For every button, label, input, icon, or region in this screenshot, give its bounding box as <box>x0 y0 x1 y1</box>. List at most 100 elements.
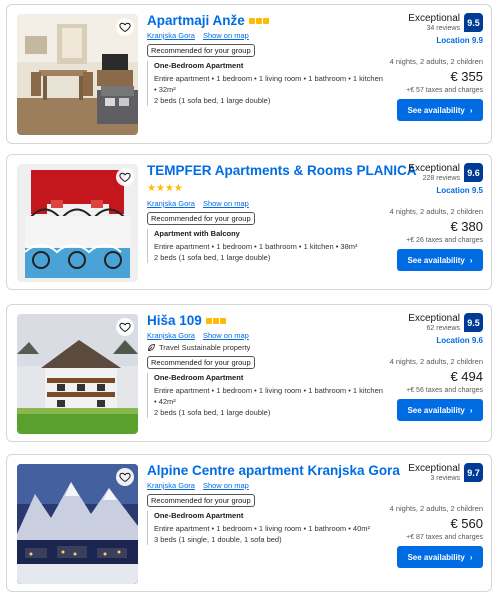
rating-square-icon <box>255 17 262 24</box>
star-rating <box>248 17 269 24</box>
score-badge: 9.6 <box>464 163 483 182</box>
property-card: TEMPFER Apartments & Rooms PLANICA ★ ★ ★… <box>6 154 492 290</box>
price-panel: Exceptional 228 reviews 9.6 Location 9.5… <box>383 163 483 271</box>
button-label: See availability <box>407 105 465 115</box>
location-link[interactable]: Kranjska Gora <box>147 31 195 40</box>
unit-beds: 3 beds (1 single, 1 double, 1 sofa bed) <box>154 535 282 544</box>
property-photo[interactable] <box>17 164 138 282</box>
save-heart-button[interactable] <box>116 18 134 36</box>
rating-square-icon <box>212 317 219 324</box>
location-link[interactable]: Kranjska Gora <box>147 331 195 340</box>
unit-description: Entire apartment • 1 bedroom • 1 living … <box>154 386 383 406</box>
price: € 355 <box>450 69 483 84</box>
property-card: Hiša 109 Kranjska Gora Show on map Trave… <box>6 304 492 442</box>
taxes-charges: +€ 87 taxes and charges <box>406 534 483 541</box>
location-score: Location 9.6 <box>436 336 483 345</box>
review-score[interactable]: Exceptional 3 reviews 9.7 <box>383 463 483 482</box>
rating-square-icon <box>248 17 255 24</box>
sustainability-badge: Travel Sustainable property <box>147 343 387 352</box>
see-availability-button[interactable]: See availability › <box>397 99 483 121</box>
score-badge: 9.5 <box>464 313 483 332</box>
show-on-map-link[interactable]: Show on map <box>203 481 249 490</box>
see-availability-button[interactable]: See availability › <box>397 546 483 568</box>
chevron-right-icon: › <box>469 552 473 562</box>
property-title[interactable]: Apartmaji Anže <box>147 13 245 28</box>
unit-description: Entire apartment • 1 bedroom • 1 living … <box>154 74 383 94</box>
score-badge: 9.5 <box>464 13 483 32</box>
price-panel: Exceptional 62 reviews 9.5 Location 9.6 … <box>383 313 483 421</box>
chevron-right-icon: › <box>469 105 473 115</box>
star-icon: ★ <box>155 183 165 194</box>
property-info: Alpine Centre apartment Kranjska Gora Kr… <box>147 463 400 545</box>
recommended-badge: Recommended for your group <box>147 356 255 369</box>
location-link[interactable]: Kranjska Gora <box>147 199 195 208</box>
save-heart-button[interactable] <box>116 168 134 186</box>
property-title[interactable]: Hiša 109 <box>147 313 202 328</box>
review-count: 34 reviews <box>426 25 460 32</box>
sustainability-label: Travel Sustainable property <box>159 343 251 352</box>
save-heart-button[interactable] <box>116 318 134 336</box>
score-badge: 9.7 <box>464 463 483 482</box>
location-score: Location 9.9 <box>436 36 483 45</box>
review-count: 62 reviews <box>426 325 460 332</box>
price-panel: Exceptional 34 reviews 9.5 Location 9.9 … <box>383 13 483 121</box>
show-on-map-link[interactable]: Show on map <box>203 199 249 208</box>
property-info: Hiša 109 Kranjska Gora Show on map Trave… <box>147 313 387 418</box>
property-photo[interactable] <box>17 14 138 135</box>
property-photo[interactable] <box>17 464 138 584</box>
unit-details: One-Bedroom Apartment Entire apartment •… <box>147 373 387 418</box>
star-rating <box>205 317 226 324</box>
unit-description: Entire apartment • 1 bedroom • 1 bathroo… <box>154 242 358 251</box>
location-link[interactable]: Kranjska Gora <box>147 481 195 490</box>
price: € 560 <box>450 516 483 531</box>
rating-word: Exceptional <box>408 463 460 474</box>
stay-details: 4 nights, 2 adults, 2 children <box>389 207 483 216</box>
price: € 494 <box>450 369 483 384</box>
show-on-map-link[interactable]: Show on map <box>203 31 249 40</box>
review-count: 3 reviews <box>430 475 460 482</box>
recommended-badge: Recommended for your group <box>147 494 255 507</box>
heart-icon <box>119 172 131 183</box>
property-card: Apartmaji Anže Kranjska Gora Show on map… <box>6 4 492 144</box>
taxes-charges: +€ 26 taxes and charges <box>406 237 483 244</box>
property-title[interactable]: Alpine Centre apartment Kranjska Gora <box>147 463 400 478</box>
review-score[interactable]: Exceptional 228 reviews 9.6 <box>383 163 483 182</box>
unit-name: One-Bedroom Apartment <box>154 61 244 70</box>
unit-name: One-Bedroom Apartment <box>154 373 244 382</box>
unit-details: Apartment with Balcony Entire apartment … <box>147 229 387 263</box>
leaf-icon <box>148 344 155 351</box>
property-info: TEMPFER Apartments & Rooms PLANICA ★ ★ ★… <box>147 163 417 263</box>
button-label: See availability <box>407 552 465 562</box>
save-heart-button[interactable] <box>116 468 134 486</box>
see-availability-button[interactable]: See availability › <box>397 399 483 421</box>
review-score[interactable]: Exceptional 34 reviews 9.5 <box>383 13 483 32</box>
taxes-charges: +€ 57 taxes and charges <box>406 87 483 94</box>
button-label: See availability <box>407 255 465 265</box>
star-icon: ★ <box>173 183 183 194</box>
chevron-right-icon: › <box>469 255 473 265</box>
rating-word: Exceptional <box>408 13 460 24</box>
heart-icon <box>119 22 131 33</box>
price: € 380 <box>450 219 483 234</box>
recommended-badge: Recommended for your group <box>147 212 255 225</box>
heart-icon <box>119 322 131 333</box>
stay-details: 4 nights, 2 adults, 2 children <box>389 357 483 366</box>
star-rating: ★ ★ ★ ★ <box>147 183 183 194</box>
location-score: Location 9.5 <box>436 186 483 195</box>
button-label: See availability <box>407 405 465 415</box>
review-score[interactable]: Exceptional 62 reviews 9.5 <box>383 313 483 332</box>
unit-beds: 2 beds (1 sofa bed, 1 large double) <box>154 96 271 105</box>
unit-beds: 2 beds (1 sofa bed, 1 large double) <box>154 253 271 262</box>
property-title[interactable]: TEMPFER Apartments & Rooms PLANICA <box>147 163 417 178</box>
heart-icon <box>119 472 131 483</box>
rating-word: Exceptional <box>408 163 460 174</box>
star-icon: ★ <box>164 183 174 194</box>
price-panel: Exceptional 3 reviews 9.7 4 nights, 2 ad… <box>383 463 483 568</box>
see-availability-button[interactable]: See availability › <box>397 249 483 271</box>
star-icon: ★ <box>147 183 156 194</box>
property-photo[interactable] <box>17 314 138 434</box>
unit-details: One-Bedroom Apartment Entire apartment •… <box>147 61 387 106</box>
show-on-map-link[interactable]: Show on map <box>203 331 249 340</box>
stay-details: 4 nights, 2 adults, 2 children <box>389 57 483 66</box>
taxes-charges: +€ 56 taxes and charges <box>406 387 483 394</box>
